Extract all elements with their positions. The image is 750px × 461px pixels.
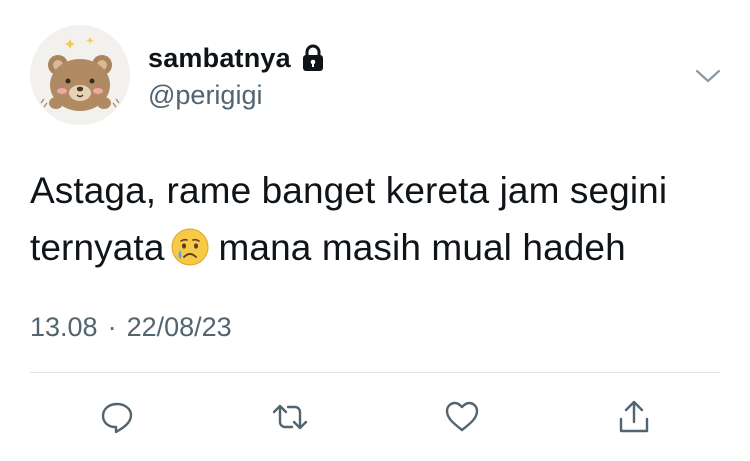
- teddy-bear-avatar-icon: [40, 37, 120, 111]
- reply-icon: [101, 402, 133, 434]
- crying-face-emoji-icon: [169, 226, 211, 268]
- tweet-date: 22/08/23: [126, 312, 232, 342]
- share-icon: [619, 400, 649, 433]
- author-handle[interactable]: @perigigi: [148, 80, 262, 111]
- share-button[interactable]: [612, 395, 656, 439]
- tweet-text-line-2: ternyata mana masih mual hadeh: [30, 219, 730, 276]
- display-name[interactable]: sambatnya: [148, 43, 291, 74]
- reply-button[interactable]: [95, 395, 139, 439]
- avatar[interactable]: [30, 25, 130, 125]
- tweet-timestamp[interactable]: 13.08 · 22/08/23: [30, 312, 232, 343]
- tweet-time: 13.08: [30, 312, 98, 342]
- chevron-down-icon[interactable]: [692, 60, 724, 92]
- tweet-text-segment: ternyata: [30, 227, 165, 268]
- tweet-text-line-1: Astaga, rame banget kereta jam segini: [30, 170, 668, 211]
- tweet-card: sambatnya @perigigi Astaga, rame banget …: [0, 0, 750, 461]
- retweet-icon: [272, 404, 308, 430]
- divider: [30, 372, 720, 373]
- heart-icon: [445, 401, 479, 432]
- lock-icon: [300, 43, 326, 73]
- timestamp-separator: ·: [107, 312, 117, 342]
- author-name-row[interactable]: sambatnya: [148, 38, 326, 78]
- tweet-text-segment: mana masih mual hadeh: [218, 227, 626, 268]
- like-button[interactable]: [440, 395, 484, 439]
- action-bar: [0, 395, 750, 439]
- retweet-button[interactable]: [268, 395, 312, 439]
- tweet-text: Astaga, rame banget kereta jam segini te…: [30, 162, 730, 276]
